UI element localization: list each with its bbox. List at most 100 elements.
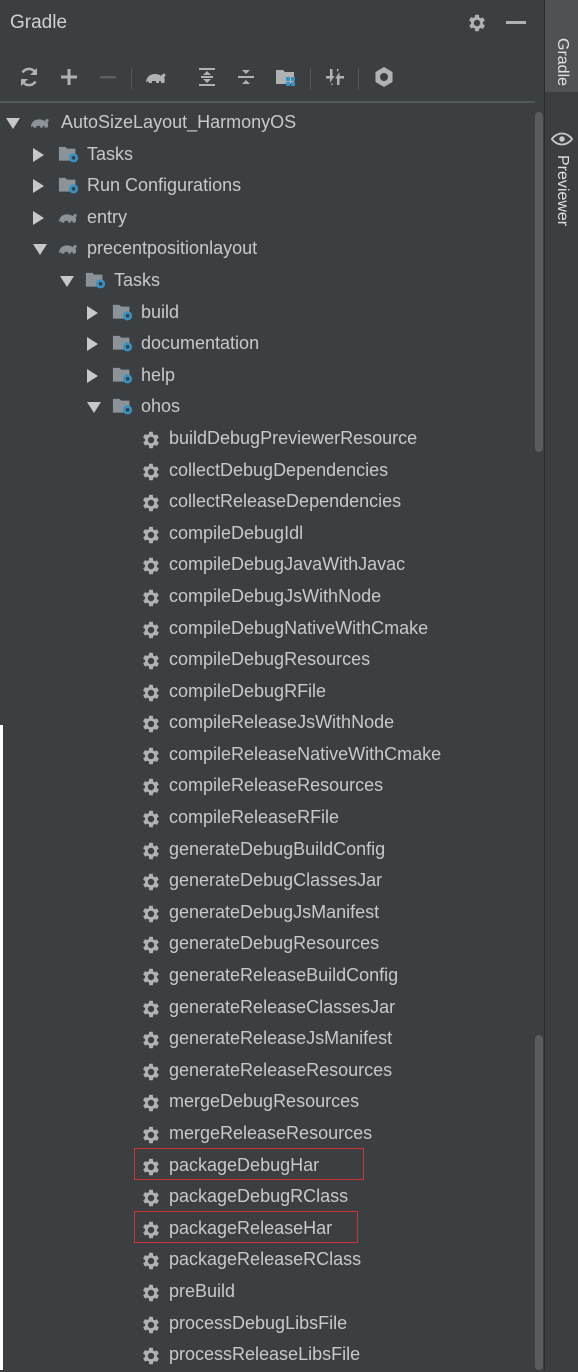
task-item[interactable]: packageReleaseRClass xyxy=(0,1244,534,1276)
tree-node-project[interactable]: AutoSizeLayout_HarmonyOS xyxy=(0,107,534,139)
remove-icon[interactable] xyxy=(95,64,121,90)
tree-node-label: compileDebugRFile xyxy=(169,680,327,701)
toggle-offline-icon[interactable] xyxy=(322,64,348,90)
task-item[interactable]: packageDebugHar xyxy=(0,1147,534,1182)
tree-node-module[interactable]: precentpositionlayout xyxy=(0,233,534,265)
task-item[interactable]: compileDebugJavaWithJavac xyxy=(0,549,534,581)
task-folder-icon xyxy=(58,176,80,196)
eye-icon xyxy=(551,133,573,146)
tree-node-label: compileReleaseJsWithNode xyxy=(169,712,395,733)
task-item[interactable]: compileDebugResources xyxy=(0,644,534,676)
add-icon[interactable] xyxy=(56,64,82,90)
tree-node-label: processDebugLibsFile xyxy=(169,1312,348,1333)
tree-node-documentation[interactable]: documentation xyxy=(0,328,534,360)
collapsed-arrow-icon[interactable] xyxy=(87,368,98,383)
task-gear-icon xyxy=(140,934,162,954)
tool-window-title: Gradle xyxy=(10,12,68,33)
settings-icon[interactable] xyxy=(371,64,397,90)
task-folder-icon xyxy=(85,271,107,291)
tree-node-label: compileDebugNativeWithCmake xyxy=(169,617,429,638)
task-item[interactable]: buildDebugPreviewerResource xyxy=(0,423,534,455)
task-item[interactable]: generateReleaseResources xyxy=(0,1055,534,1087)
task-item[interactable]: preBuild xyxy=(0,1276,534,1308)
group-modules-icon[interactable] xyxy=(273,64,299,90)
task-item[interactable]: compileDebugNativeWithCmake xyxy=(0,613,534,645)
task-item[interactable]: generateDebugJsManifest xyxy=(0,897,534,929)
toolbar xyxy=(0,54,535,100)
task-item[interactable]: processDebugLibsFile xyxy=(0,1308,534,1340)
settings-gear-icon[interactable] xyxy=(466,12,488,34)
task-item[interactable]: collectDebugDependencies xyxy=(0,455,534,487)
task-item[interactable]: generateDebugBuildConfig xyxy=(0,834,534,866)
task-item[interactable]: packageReleaseHar xyxy=(0,1210,534,1245)
task-item[interactable]: mergeReleaseResources xyxy=(0,1118,534,1150)
toolbar-divider xyxy=(0,101,535,103)
tree-node-run-configurations[interactable]: Run Configurations xyxy=(0,170,534,202)
task-item[interactable]: generateReleaseJsManifest xyxy=(0,1023,534,1055)
collapsed-arrow-icon[interactable] xyxy=(33,179,44,194)
tree-node-label: compileReleaseResources xyxy=(169,775,384,796)
task-gear-icon xyxy=(140,808,162,828)
task-item[interactable]: compileDebugJsWithNode xyxy=(0,581,534,613)
expanded-arrow-icon[interactable] xyxy=(6,118,20,129)
task-item[interactable]: compileReleaseJsWithNode xyxy=(0,707,534,739)
task-item[interactable]: processReleaseLibsFile xyxy=(0,1339,534,1371)
tree-node-help[interactable]: help xyxy=(0,360,534,392)
task-gear-icon xyxy=(140,492,162,512)
task-gear-icon xyxy=(140,745,162,765)
collapse-all-icon[interactable] xyxy=(233,64,259,90)
task-gear-icon xyxy=(140,998,162,1018)
task-item[interactable]: compileDebugRFile xyxy=(0,676,534,708)
tree-node-entry[interactable]: entry xyxy=(0,202,534,234)
expanded-arrow-icon[interactable] xyxy=(60,275,74,287)
previewer-side-tab-label: Previewer xyxy=(554,155,571,227)
task-item[interactable]: compileReleaseResources xyxy=(0,770,534,802)
task-gear-icon xyxy=(140,1314,162,1334)
task-item[interactable]: generateReleaseClassesJar xyxy=(0,992,534,1024)
tree-node-label: compileReleaseRFile xyxy=(169,807,340,828)
task-gear-icon xyxy=(140,587,162,607)
gradle-side-tab[interactable]: Gradle xyxy=(545,0,578,92)
task-item[interactable]: compileDebugIdl xyxy=(0,518,534,550)
refresh-icon[interactable] xyxy=(16,64,42,90)
task-gear-icon xyxy=(140,429,162,449)
gradle-elephant-icon[interactable] xyxy=(143,64,169,90)
task-item[interactable]: generateReleaseBuildConfig xyxy=(0,960,534,992)
tree-node-label: compileReleaseNativeWithCmake xyxy=(169,743,442,764)
expand-all-icon[interactable] xyxy=(194,64,220,90)
expanded-arrow-icon[interactable] xyxy=(87,402,101,414)
minimize-icon[interactable] xyxy=(506,21,526,24)
collapsed-arrow-icon[interactable] xyxy=(33,210,44,225)
gradle-module-icon xyxy=(30,113,52,133)
tree-node-ohos[interactable]: ohos xyxy=(0,391,534,423)
collapsed-arrow-icon[interactable] xyxy=(33,147,44,162)
tree-node-label: packageReleaseRClass xyxy=(169,1249,362,1270)
tree-node-label: Tasks xyxy=(114,269,161,290)
task-item[interactable]: compileReleaseNativeWithCmake xyxy=(0,739,534,771)
tree-node-tasks[interactable]: Tasks xyxy=(0,265,534,297)
previewer-side-tab[interactable]: Previewer xyxy=(545,124,578,234)
scrollbar-thumb[interactable] xyxy=(535,112,543,452)
task-gear-icon xyxy=(140,776,162,796)
task-folder-icon xyxy=(58,145,80,165)
task-item[interactable]: generateDebugResources xyxy=(0,928,534,960)
tree-node-label: compileDebugJsWithNode xyxy=(169,585,382,606)
tree-node-label: generateReleaseBuildConfig xyxy=(169,965,399,986)
tree-node-label: mergeDebugResources xyxy=(169,1091,360,1112)
tree-node-label: precentpositionlayout xyxy=(87,238,258,259)
task-item[interactable]: packageDebugRClass xyxy=(0,1181,534,1213)
task-item[interactable]: compileReleaseRFile xyxy=(0,802,534,834)
task-item[interactable]: generateDebugClassesJar xyxy=(0,865,534,897)
toolbar-separator xyxy=(310,68,311,90)
scrollbar-thumb[interactable] xyxy=(535,1035,543,1370)
collapsed-arrow-icon[interactable] xyxy=(87,337,98,352)
tree-node-tasks[interactable]: Tasks xyxy=(0,139,534,171)
tree-node-build[interactable]: build xyxy=(0,297,534,329)
collapsed-arrow-icon[interactable] xyxy=(87,305,98,320)
toolbar-separator xyxy=(131,68,132,90)
task-item[interactable]: mergeDebugResources xyxy=(0,1086,534,1118)
tree-node-label: entry xyxy=(87,206,128,227)
task-item[interactable]: collectReleaseDependencies xyxy=(0,486,534,518)
gradle-module-icon xyxy=(58,208,80,228)
expanded-arrow-icon[interactable] xyxy=(33,244,47,256)
